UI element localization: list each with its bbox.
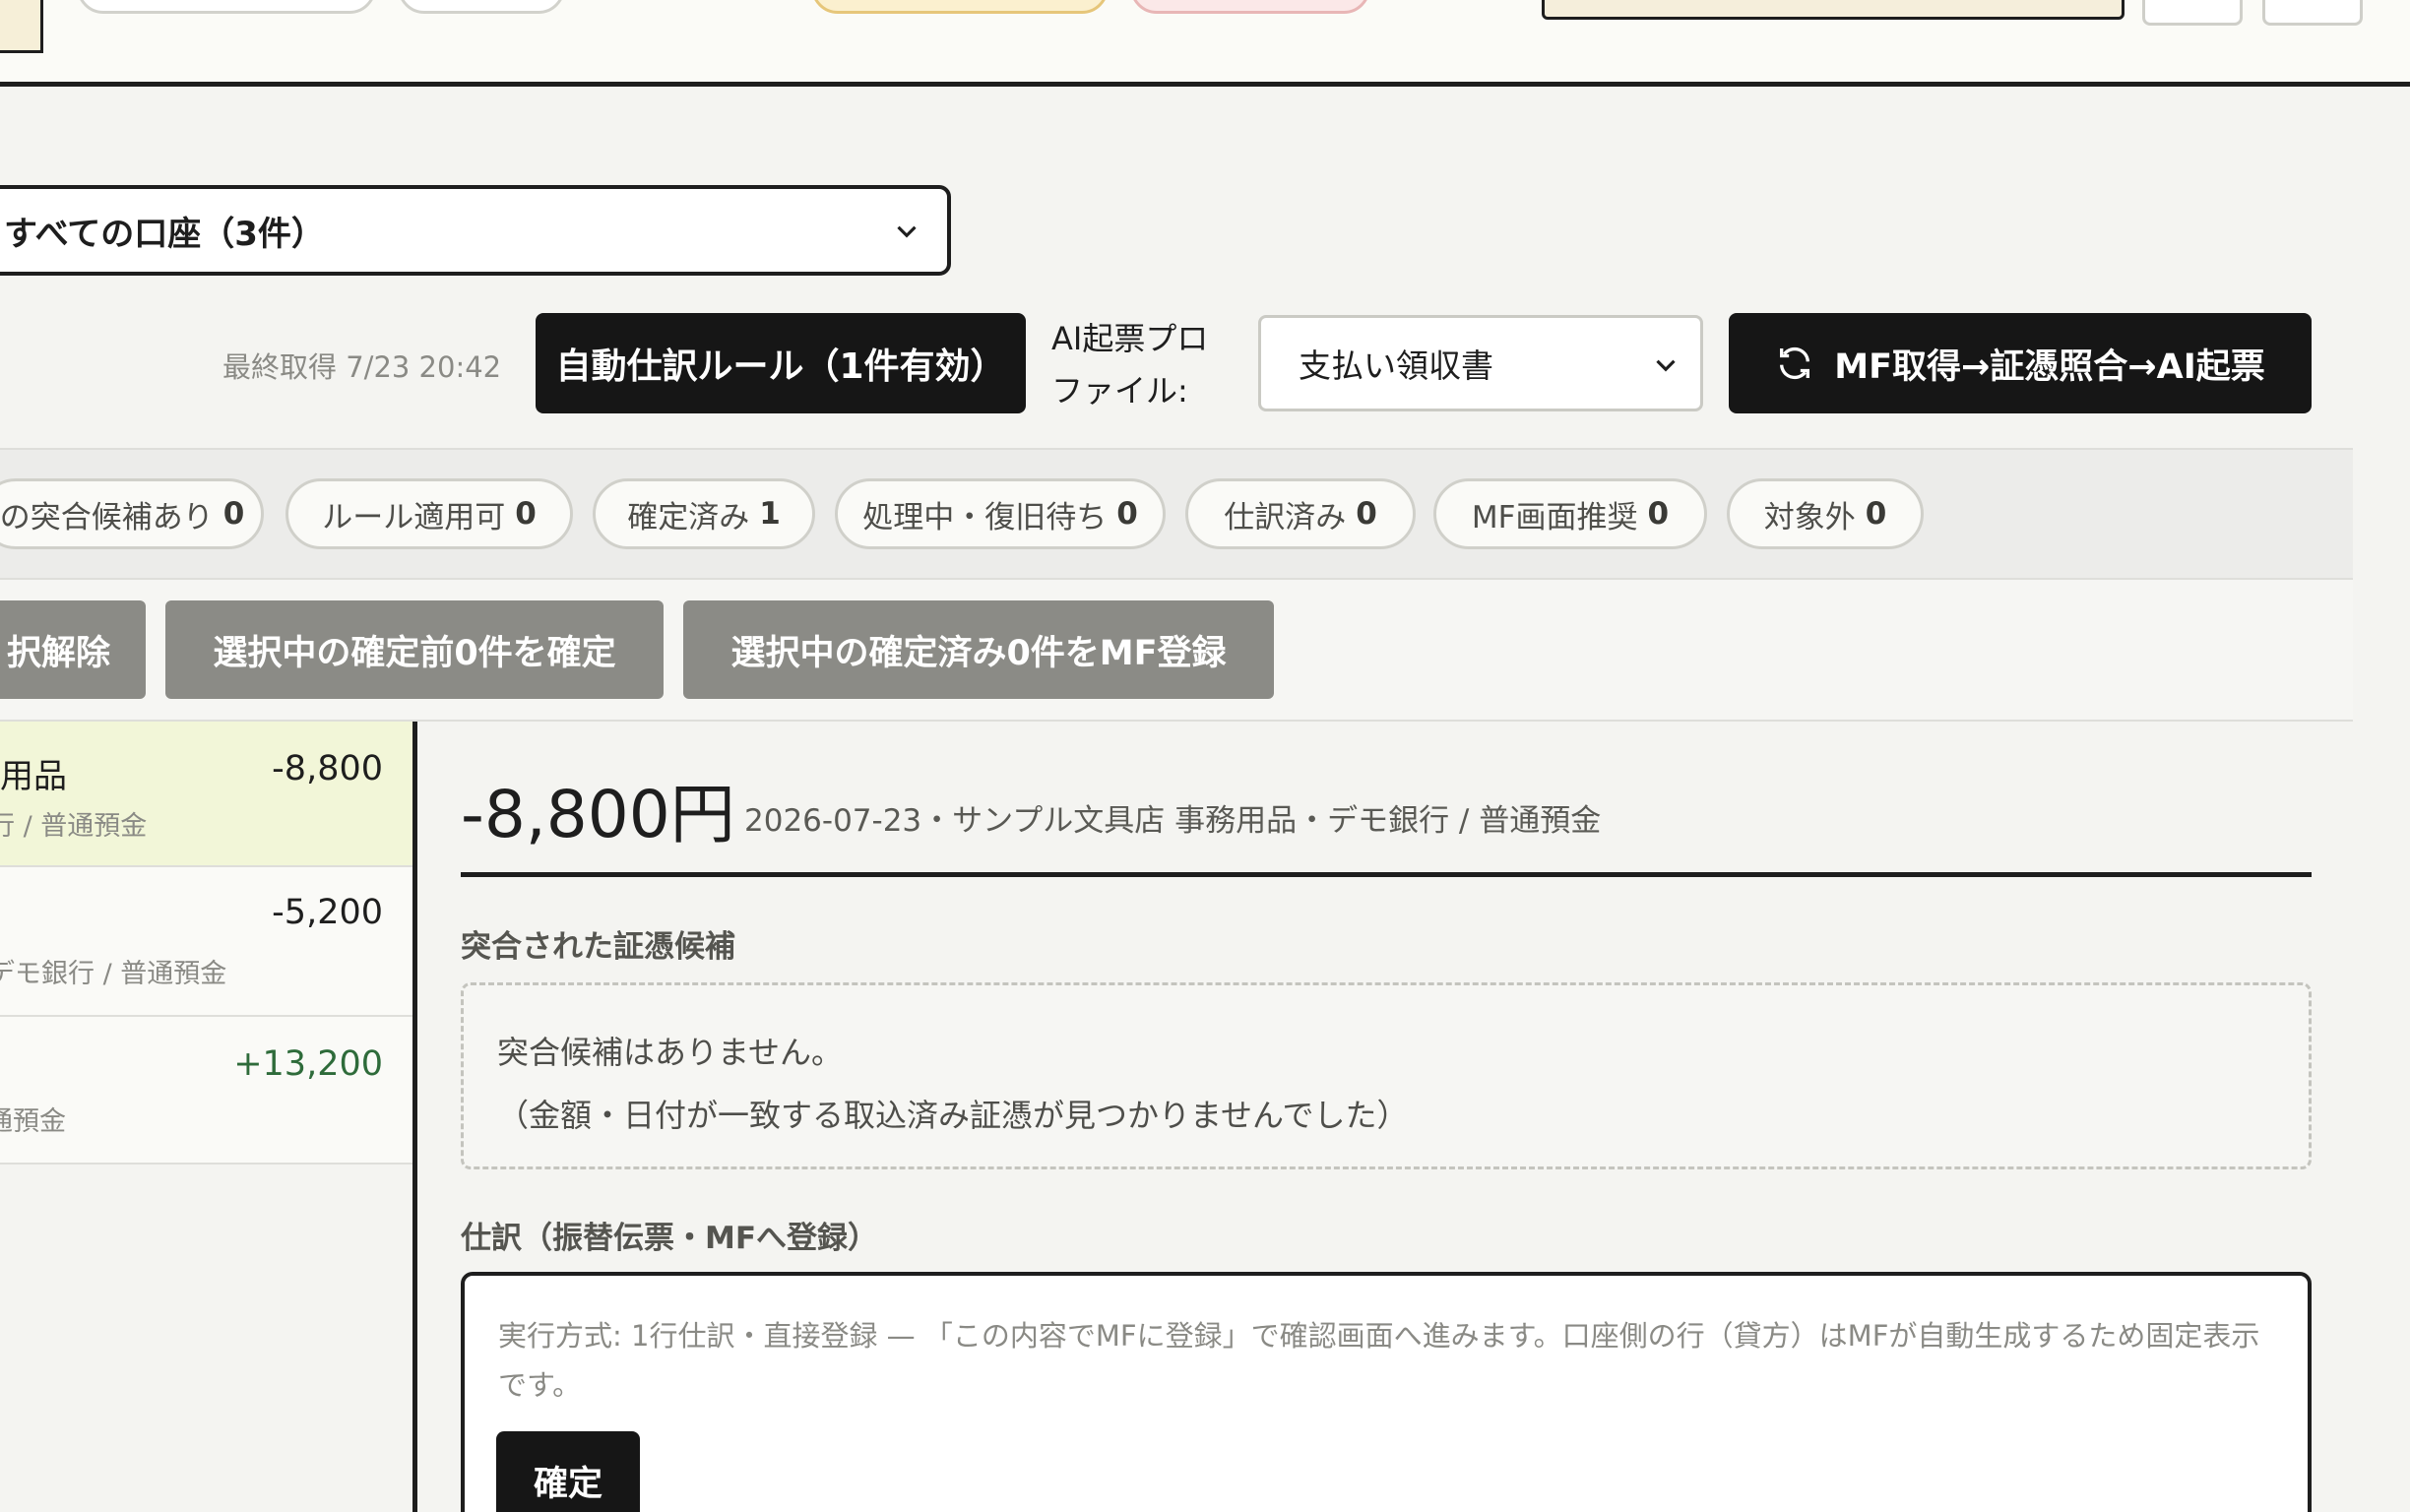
matched-evidence-title: 突合された証憑候補	[461, 929, 735, 965]
filter-chip-label: MF画面推奨	[1471, 499, 1638, 536]
filter-chip-count: 0	[1865, 496, 1887, 532]
account-select[interactable]: すべての口座（3件）	[0, 185, 951, 276]
confirm-button[interactable]: 確定	[496, 1431, 640, 1512]
header-button-1[interactable]	[2142, 0, 2243, 26]
header-button-2[interactable]	[2262, 0, 2363, 26]
last-fetch-time: 最終取得 7/23 20:42	[222, 350, 502, 384]
run-pipeline-button[interactable]: MF取得→証憑照合→AI起票	[1729, 313, 2312, 413]
header-status-pill-error[interactable]	[1130, 0, 1370, 14]
run-pipeline-label: MF取得→証憑照合→AI起票	[1834, 346, 2265, 387]
transaction-row[interactable]: デモ銀行 / 普通預金 -5,200	[0, 867, 412, 1017]
refresh-icon	[1780, 346, 1810, 380]
filter-chip-confirmed[interactable]: 確定済み 1	[593, 478, 815, 549]
chevron-down-icon	[1656, 359, 1676, 372]
filter-chip-label: 処理中・復旧待ち	[862, 499, 1108, 536]
filter-chip-journaled[interactable]: 仕訳済み 0	[1185, 478, 1416, 549]
detail-meta: 2026-07-23・サンプル文具店 事務用品・デモ銀行 / 普通預金	[744, 803, 1602, 839]
transaction-sub: デモ銀行 / 普通預金	[0, 959, 227, 989]
journal-note: 実行方式: 1行仕訳・直接登録 — 「この内容でMFに登録」で確認画面へ進みます…	[498, 1319, 2260, 1402]
transaction-sub: 通預金	[0, 1106, 66, 1137]
header-pill-1[interactable]	[77, 0, 376, 14]
clear-selection-button[interactable]: 択解除	[0, 600, 146, 699]
chevron-down-icon	[897, 225, 917, 238]
no-match-line-1: 突合候補はありません。	[497, 1034, 844, 1071]
filter-chip-label: 確定済み	[627, 499, 750, 536]
profile-select[interactable]: 支払い領収書	[1258, 315, 1703, 411]
header-status-pill-warning[interactable]	[811, 0, 1109, 14]
filter-chip-count: 0	[1356, 496, 1377, 532]
filter-chip-count: 0	[1647, 496, 1670, 532]
account-select-value: すべての口座（3件）	[4, 214, 325, 254]
filter-chip-count: 0	[1116, 496, 1138, 532]
register-selected-button[interactable]: 選択中の確定済み0件をMF登録	[683, 600, 1274, 699]
auto-rule-button[interactable]: 自動仕訳ルール（1件有効）	[536, 313, 1026, 413]
filter-chip-count: 1	[759, 496, 781, 532]
profile-select-value: 支払い領収書	[1299, 346, 1493, 385]
filter-chip-label: の突合候補あり	[0, 499, 214, 536]
filter-chip-count: 0	[222, 496, 245, 532]
transaction-row-selected[interactable]: 用品 行 / 普通預金 -8,800	[0, 722, 412, 867]
filter-chip-processing[interactable]: 処理中・復旧待ち 0	[835, 478, 1166, 549]
no-match-box: 突合候補はありません。 （金額・日付が一致する取込済み証憑が見つかりませんでした…	[461, 982, 2312, 1169]
profile-label: AI起票プロファイル:	[1051, 320, 1209, 410]
filter-chip-count: 0	[515, 496, 537, 532]
transaction-sub: 行 / 普通預金	[0, 811, 148, 842]
filter-chip-mf-recommended[interactable]: MF画面推奨 0	[1433, 478, 1707, 549]
filter-chip-label: ルール適用可	[322, 499, 506, 536]
transaction-amount: -5,200	[272, 893, 383, 932]
transaction-title: 用品	[0, 757, 67, 796]
no-match-line-2: （金額・日付が一致する取込済み証憑が見つかりませんでした）	[497, 1097, 1409, 1134]
header-pill-2[interactable]	[398, 0, 565, 14]
transaction-list: 用品 行 / 普通預金 -8,800 デモ銀行 / 普通預金 -5,200 通預…	[0, 722, 417, 1512]
detail-divider	[461, 872, 2312, 877]
filter-chip-rule-applicable[interactable]: ルール適用可 0	[285, 478, 573, 549]
detail-amount: -8,800円	[461, 777, 735, 852]
header-logo-box[interactable]	[0, 0, 43, 53]
confirm-selected-button[interactable]: 選択中の確定前0件を確定	[165, 600, 664, 699]
journal-title: 仕訳（振替伝票・MFへ登録）	[461, 1221, 879, 1256]
transaction-amount: -8,800	[272, 749, 383, 788]
filter-chip-label: 仕訳済み	[1224, 499, 1347, 536]
transaction-row[interactable]: 通預金 +13,200	[0, 1017, 412, 1165]
transaction-amount: +13,200	[233, 1044, 383, 1084]
journal-panel: 実行方式: 1行仕訳・直接登録 — 「この内容でMFに登録」で確認画面へ進みます…	[461, 1272, 2312, 1512]
filter-chip-label: 対象外	[1763, 499, 1856, 536]
filter-chip-candidates[interactable]: の突合候補あり 0	[0, 478, 264, 549]
header-search-input[interactable]	[1542, 0, 2125, 20]
filter-chip-excluded[interactable]: 対象外 0	[1727, 478, 1924, 549]
